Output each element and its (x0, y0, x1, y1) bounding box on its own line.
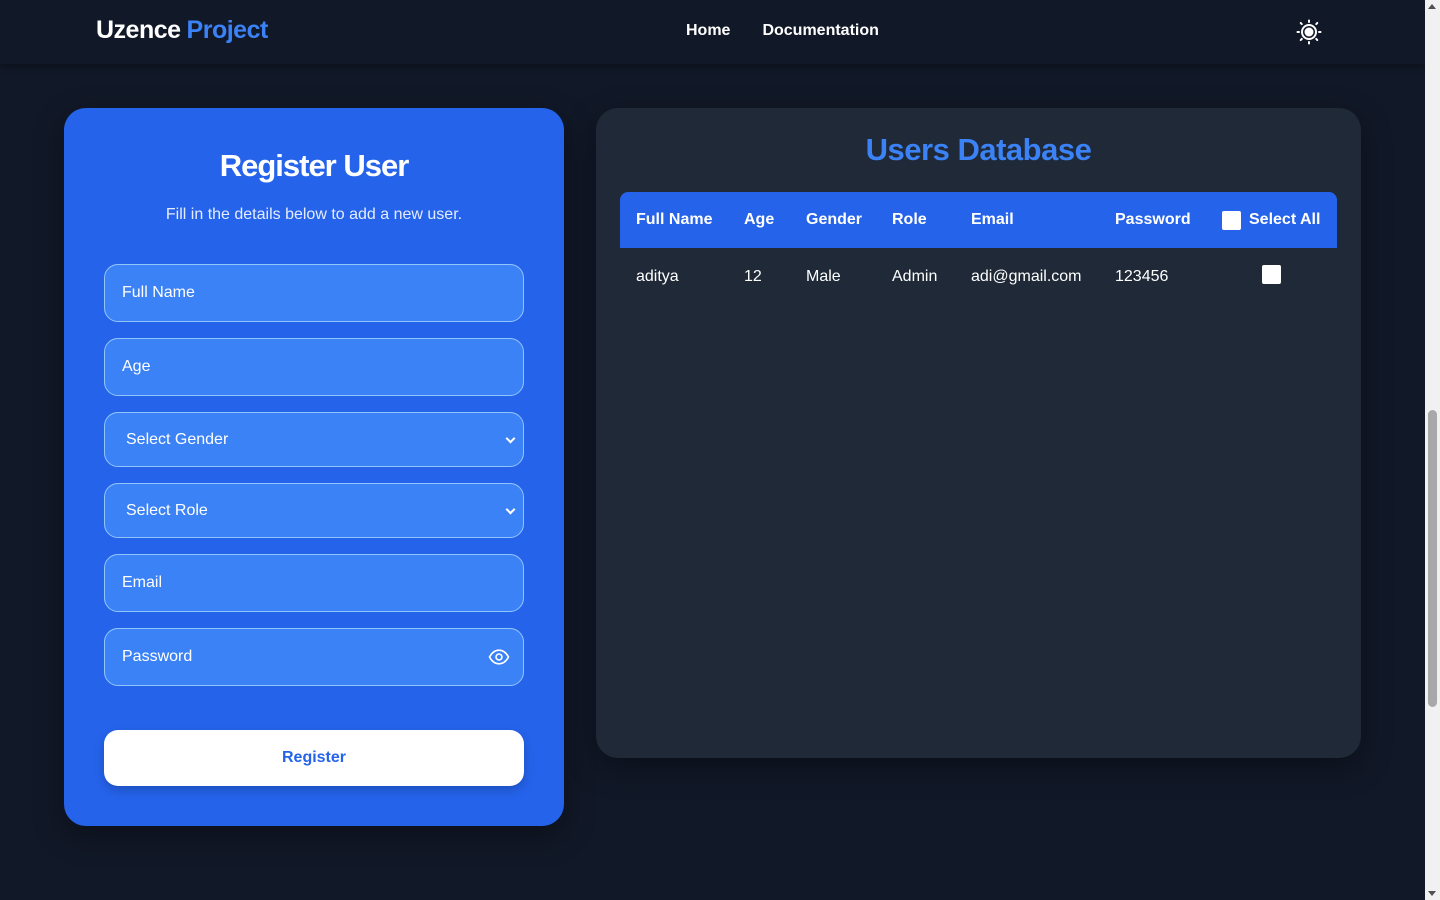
row-select-checkbox[interactable] (1262, 265, 1281, 284)
full-name-input[interactable] (104, 264, 524, 322)
top-navbar: Uzence Project Home Documentation (0, 0, 1425, 64)
app-logo[interactable]: Uzence Project (96, 16, 268, 45)
password-input[interactable] (104, 628, 524, 686)
page-scrollbar[interactable] (1425, 0, 1440, 900)
logo-text-primary: Uzence (96, 16, 181, 44)
chevron-down-icon (505, 504, 516, 515)
column-header-age: Age (744, 211, 775, 228)
column-header-email: Email (971, 211, 1014, 228)
gender-select[interactable]: Select Gender (104, 412, 524, 467)
gender-select-value: Select Gender (126, 430, 229, 448)
role-select[interactable]: Select Role (104, 483, 524, 538)
cell-full-name: aditya (636, 268, 679, 285)
scroll-up-arrow-icon[interactable] (1428, 4, 1436, 9)
register-subtitle: Fill in the details below to add a new u… (165, 206, 463, 223)
cell-role: Admin (892, 268, 938, 285)
chevron-down-icon (505, 433, 516, 444)
nav-home-link[interactable]: Home (686, 22, 730, 40)
select-all-checkbox[interactable] (1222, 211, 1241, 230)
nav-links: Home Documentation (686, 22, 879, 40)
register-title: Register User (219, 148, 410, 183)
column-header-full-name: Full Name (636, 211, 713, 228)
role-select-value: Select Role (126, 501, 208, 519)
age-input[interactable] (104, 338, 524, 396)
column-header-select-all: Select All (1249, 211, 1321, 228)
scroll-down-arrow-icon[interactable] (1428, 891, 1436, 896)
column-header-password: Password (1115, 211, 1191, 228)
users-database-card: Users Database Full Name Age Gender Role… (596, 108, 1361, 758)
register-button[interactable]: Register (104, 730, 524, 786)
register-user-card: Register User Fill in the details below … (64, 108, 564, 826)
show-password-eye-icon[interactable] (488, 649, 510, 665)
scrollbar-thumb[interactable] (1428, 410, 1437, 707)
nav-documentation-link[interactable]: Documentation (762, 22, 878, 40)
table-header: Full Name Age Gender Role Email Password… (620, 192, 1337, 248)
column-header-role: Role (892, 211, 927, 228)
cell-age: 12 (744, 268, 762, 285)
logo-text-accent: Project (186, 16, 269, 44)
email-input[interactable] (104, 554, 524, 612)
users-database-title: Users Database (865, 132, 1092, 167)
cell-email: adi@gmail.com (971, 268, 1082, 285)
cell-gender: Male (806, 268, 841, 285)
theme-toggle-button[interactable] (1296, 19, 1322, 45)
cell-password: 123456 (1115, 268, 1169, 285)
column-header-gender: Gender (806, 211, 863, 228)
sun-icon (1296, 19, 1322, 45)
